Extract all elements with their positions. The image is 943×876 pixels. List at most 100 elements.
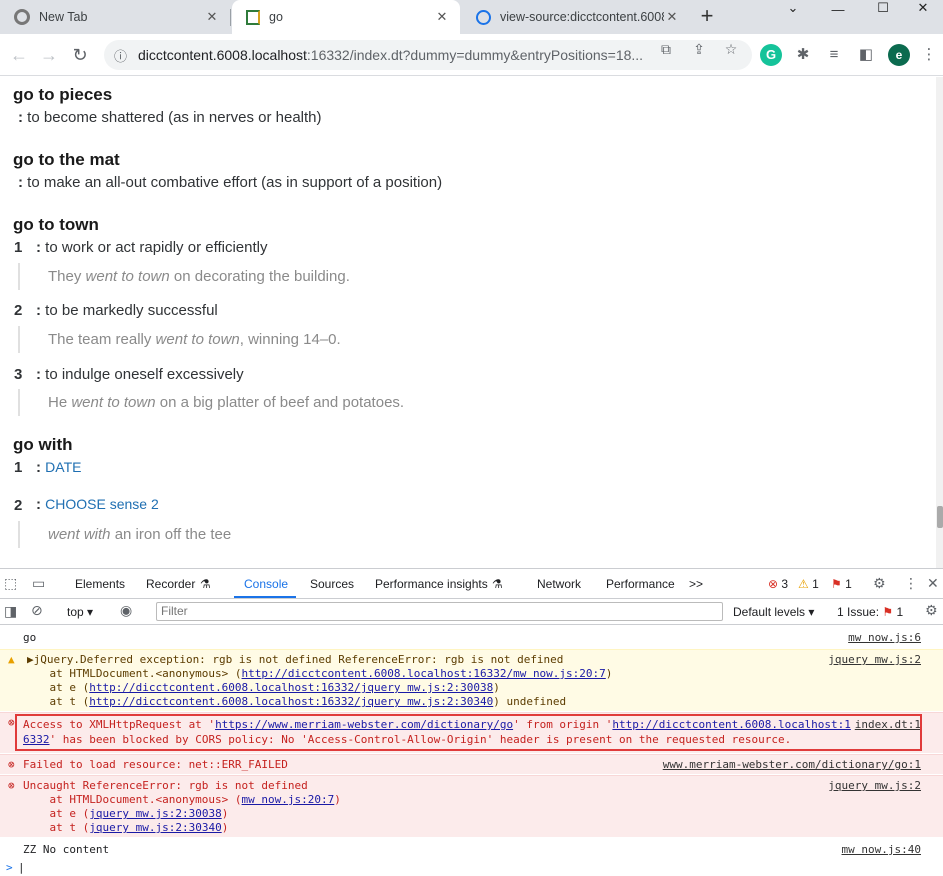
side-panel-icon[interactable]: ◧ [855,44,877,66]
source-link[interactable]: www.merriam-webster.com/dictionary/go:1 [663,758,921,773]
close-icon[interactable]: ✕ [434,9,450,25]
active-tab-indicator [234,596,296,598]
entry-heading: go to town [13,215,99,234]
definition: : to become shattered (as in nerves or h… [18,109,322,126]
close-devtools-icon[interactable]: ✕ [927,575,939,592]
share-icon[interactable]: ⇪ [689,41,709,57]
context-select[interactable]: top ▾ [67,605,93,619]
url-text[interactable]: dicctcontent.6008.localhost:16332/index.… [138,47,678,63]
highlight-box [15,714,922,751]
tab-console[interactable]: Console [244,577,288,591]
source-link[interactable]: jquery mw.js:2 [828,779,921,794]
console-log-row: go mw now.js:6 [23,631,921,646]
menu-dots-icon[interactable]: ⋮ [904,575,918,592]
tab-elements[interactable]: Elements [75,577,125,591]
tab-new-tab[interactable]: New Tab ✕ [0,0,230,34]
tab-sources[interactable]: Sources [310,577,354,591]
source-link[interactable]: mw now.js:40 [842,843,921,858]
sense-number: 1 [14,239,23,256]
cross-reference-link[interactable]: CHOOSE sense 2 [45,496,159,512]
info-icon[interactable]: ⓘ [114,46,132,65]
tab-view-source[interactable]: view-source:dicctcontent.6008 ✕ [462,0,690,34]
example-sentence: They went to town on decorating the buil… [18,263,350,290]
definition: : to indulge oneself excessively [36,366,244,383]
menu-dots-icon[interactable]: ⋮ [918,44,940,66]
example-sentence: He went to town on a big platter of beef… [18,389,404,416]
stack-link[interactable]: mw now.js:20:7 [242,793,335,806]
warning-icon: ⚠ [798,577,809,591]
tab-performance-insights[interactable]: Performance insights [375,577,488,591]
eye-icon[interactable]: ◉ [120,602,132,619]
forward-button[interactable]: → [36,42,62,68]
tab-separator [230,9,231,26]
settings-gear-icon[interactable]: ⚙ [873,575,886,592]
back-button[interactable]: ← [6,42,32,68]
example-sentence: went with an iron off the tee [18,521,231,548]
console-log-row: ZZ No content mw now.js:40 [23,843,921,858]
close-icon[interactable]: ✕ [664,9,680,25]
definition: : to be markedly successful [36,302,218,319]
console-settings-icon[interactable]: ⚙ [925,602,938,619]
tab-network[interactable]: Network [537,577,581,591]
page-scrollbar[interactable] [936,77,943,568]
warning-count-badge[interactable]: ⚠ 1 [798,577,819,591]
stack-link[interactable]: http://dicctcontent.6008.localhost:16332… [89,681,493,694]
console-prompt[interactable]: > | [0,860,943,876]
page-scrollbar-thumb[interactable] [937,506,943,528]
cross-reference-link[interactable]: DATE [45,459,81,475]
bookmark-star-icon[interactable]: ☆ [721,41,741,57]
source-link[interactable]: jquery mw.js:2 [828,653,921,668]
page-content: go to pieces : to become shattered (as i… [0,77,936,568]
definition: : to make an all-out combative effort (a… [18,174,443,191]
close-window-button[interactable]: ✕ [903,0,943,15]
close-icon[interactable]: ✕ [204,9,220,25]
console-error-row: ⊗ Uncaught ReferenceError: rgb is not de… [0,775,943,837]
stack-link[interactable]: jquery mw.js:2:30038 [89,807,221,820]
tab-title: go [269,10,283,24]
tab-go[interactable]: go ✕ [232,0,460,34]
error-icon: ⊗ [8,758,15,771]
entry-heading: go to the mat [13,150,120,169]
inspect-element-icon[interactable]: ⬚ [4,575,17,592]
entry-heading: go with [13,435,73,454]
media-queue-icon[interactable]: ≡ [823,44,845,66]
entry-heading: go to pieces [13,85,113,104]
flask-icon: ⚗ [200,577,211,591]
tab-performance[interactable]: Performance [606,577,675,591]
error-icon: ⊗ [8,779,15,792]
log-levels-select[interactable]: Default levels ▾ [733,605,814,619]
definition: : DATE [36,459,82,476]
book-icon [246,9,260,25]
reload-button[interactable]: ↻ [67,42,93,68]
avatar[interactable]: e [888,44,910,66]
filter-input[interactable]: Filter [156,602,723,621]
tab-recorder[interactable]: Recorder [146,577,195,591]
sense-number: 2 [14,302,23,319]
error-count-badge[interactable]: ⊗ 3 [768,577,788,591]
chrome-icon [14,9,30,25]
extensions-icon[interactable]: ✱ [792,44,814,66]
more-tabs-icon[interactable]: >> [689,577,703,591]
new-tab-button[interactable]: + [694,4,720,30]
minimize-button[interactable]: — [815,2,861,17]
clear-console-icon[interactable]: ⊘ [31,602,43,619]
issue-flag-icon: ⚑ [831,577,842,591]
definition: : to work or act rapidly or efficiently [36,239,268,256]
source-link[interactable]: mw now.js:6 [848,631,921,646]
chevron-down-icon[interactable]: ⌄ [770,0,816,15]
device-toolbar-icon[interactable]: ▭ [32,575,45,592]
issues-button[interactable]: 1 Issue: ⚑ 1 [837,605,903,619]
stack-link[interactable]: jquery mw.js:2:30340 [89,821,221,834]
definition: : CHOOSE sense 2 [36,496,159,513]
issue-count-badge[interactable]: ⚑ 1 [831,577,852,591]
warning-icon: ▲ [8,653,15,666]
translate-icon[interactable]: ⧉ [656,41,676,57]
stack-link[interactable]: http://dicctcontent.6008.localhost:16332… [242,667,606,680]
stack-link[interactable]: http://dicctcontent.6008.localhost:16332… [89,695,493,708]
maximize-button[interactable]: ☐ [860,0,906,15]
sidebar-toggle-icon[interactable]: ◨ [4,603,17,620]
address-bar[interactable]: ⓘ dicctcontent.6008.localhost:16332/inde… [104,40,752,70]
grammarly-icon[interactable]: G [760,44,782,66]
error-icon: ⊗ [8,716,15,729]
example-sentence: The team really went to town, winning 14… [18,326,341,353]
